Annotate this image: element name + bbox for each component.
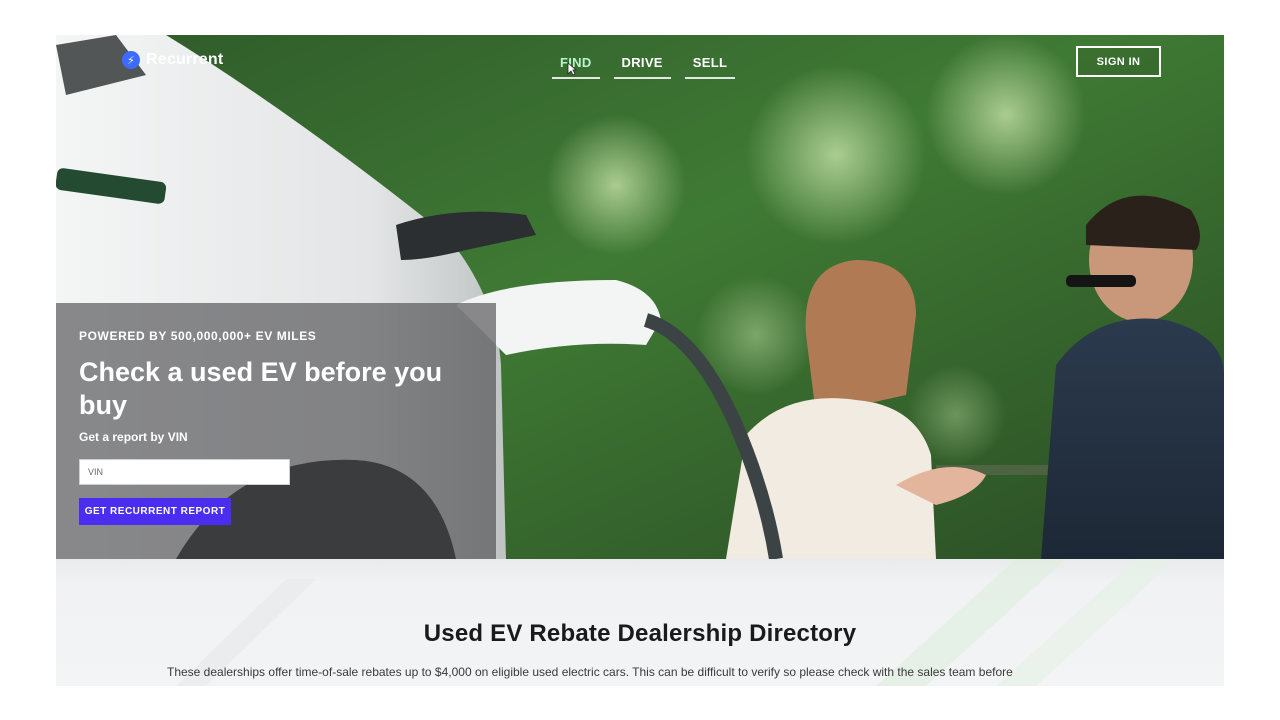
page: ⚡ Recurrent FIND DRIVE SELL SIGN IN POWE… <box>56 35 1224 686</box>
directory-section: Used EV Rebate Dealership Directory Thes… <box>56 559 1224 686</box>
brand-logo[interactable]: ⚡ Recurrent <box>122 51 223 69</box>
directory-description: These dealerships offer time-of-sale reb… <box>167 665 1013 679</box>
hero-headline: Check a used EV before you buy <box>79 357 443 420</box>
hero-subhead: Get a report by VIN <box>79 430 188 444</box>
brand-name: Recurrent <box>146 51 224 68</box>
sign-in-button[interactable]: SIGN IN <box>1076 46 1161 77</box>
main-nav: FIND DRIVE SELL <box>552 53 736 79</box>
mouse-cursor-icon <box>567 62 577 76</box>
vin-check-panel: POWERED BY 500,000,000+ EV MILES Check a… <box>56 303 496 559</box>
directory-title: Used EV Rebate Dealership Directory <box>423 620 857 647</box>
nav-item-sell[interactable]: SELL <box>684 53 736 79</box>
get-report-button[interactable]: GET RECURRENT REPORT <box>79 498 231 525</box>
vin-input[interactable] <box>79 459 290 485</box>
nav-item-drive[interactable]: DRIVE <box>613 53 671 79</box>
hero-section: ⚡ Recurrent FIND DRIVE SELL SIGN IN POWE… <box>56 35 1224 559</box>
hero-eyebrow: POWERED BY 500,000,000+ EV MILES <box>79 329 317 343</box>
bolt-icon: ⚡ <box>122 51 140 69</box>
